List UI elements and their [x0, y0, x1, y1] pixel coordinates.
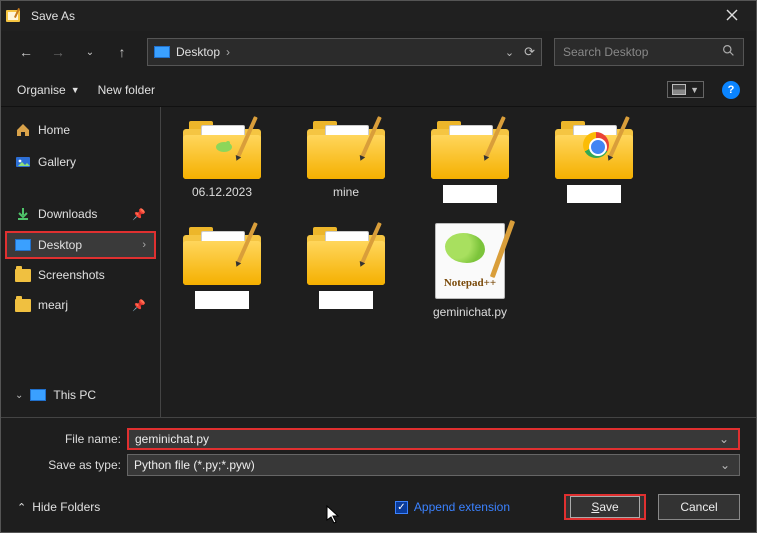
new-folder-button[interactable]: New folder [98, 83, 155, 97]
folder-icon [183, 223, 261, 285]
folder-icon [307, 223, 385, 285]
folder-icon [183, 117, 261, 179]
home-icon [15, 122, 31, 138]
organise-menu[interactable]: Organise ▼ [17, 83, 80, 97]
back-button[interactable]: ← [13, 39, 39, 65]
refresh-button[interactable]: ⟳ [524, 44, 535, 60]
search-icon [722, 44, 735, 60]
item-label [319, 291, 373, 309]
append-extension-checkbox[interactable]: ✓ Append extension [395, 500, 510, 514]
folder-icon [555, 117, 633, 179]
sidebar-item-screenshots[interactable]: Screenshots [5, 261, 156, 289]
hide-folders-toggle[interactable]: ⌃ Hide Folders [17, 500, 100, 514]
folder-icon [431, 117, 509, 179]
search-input[interactable]: Search Desktop [554, 38, 744, 66]
dialog-body: Home Gallery Downloads 📌 Desktop › Scree… [1, 107, 756, 417]
folder-item[interactable] [423, 117, 517, 203]
forward-button[interactable]: → [45, 39, 71, 65]
sidebar-item-desktop[interactable]: Desktop › [5, 231, 156, 259]
title-bar: Save As [1, 1, 756, 31]
up-button[interactable]: ↑ [109, 39, 135, 65]
notepad-plus-plus-icon: Notepad++ [431, 223, 509, 299]
file-list[interactable]: 06.12.2023 mine [161, 107, 756, 417]
desktop-icon [154, 46, 170, 58]
pin-icon: › [142, 239, 146, 251]
checkbox-icon: ✓ [395, 501, 408, 514]
item-label: 06.12.2023 [192, 185, 252, 199]
recent-dropdown[interactable]: ⌄ [77, 39, 103, 65]
sidebar-item-downloads[interactable]: Downloads 📌 [5, 199, 156, 229]
folder-item[interactable] [547, 117, 641, 203]
filetype-select[interactable]: Python file (*.py;*.pyw) ⌄ [127, 454, 740, 476]
folder-item[interactable] [175, 223, 269, 319]
chevron-down-icon[interactable]: ⌄ [717, 458, 733, 472]
filetype-label: Save as type: [17, 458, 121, 472]
address-dropdown[interactable]: ⌄ [505, 46, 514, 59]
gallery-icon [15, 154, 31, 170]
sidebar-item-mearj[interactable]: mearj 📌 [5, 291, 156, 319]
save-as-dialog: Save As ← → ⌄ ↑ Desktop › ⌄ ⟳ Search Des… [0, 0, 757, 533]
close-button[interactable] [712, 8, 752, 24]
chevron-down-icon: ▼ [71, 85, 80, 95]
filename-input[interactable]: geminichat.py ⌄ [127, 428, 740, 450]
item-label: geminichat.py [433, 305, 507, 319]
sidebar-item-thispc[interactable]: ⌄ This PC [5, 381, 156, 409]
filename-label: File name: [17, 432, 121, 446]
view-icon [672, 84, 686, 95]
sidebar-item-gallery[interactable]: Gallery [5, 147, 156, 177]
chevron-down-icon[interactable]: ⌄ [15, 390, 23, 401]
cancel-button[interactable]: Cancel [658, 494, 740, 520]
item-label [567, 185, 621, 203]
pin-icon: 📌 [132, 208, 146, 221]
window-title: Save As [29, 9, 712, 23]
search-placeholder: Search Desktop [563, 45, 722, 59]
pc-icon [30, 389, 46, 401]
chevron-down-icon: ▼ [690, 85, 699, 95]
view-mode-button[interactable]: ▼ [667, 81, 704, 98]
desktop-icon [15, 239, 31, 251]
item-label: mine [333, 185, 359, 199]
chevron-up-icon: ⌃ [17, 501, 26, 514]
toolbar: Organise ▼ New folder ▼ ? [1, 73, 756, 107]
chevron-down-icon[interactable]: ⌄ [716, 432, 732, 446]
download-icon [15, 206, 31, 222]
save-button[interactable]: Save [564, 494, 646, 520]
folder-item[interactable]: 06.12.2023 [175, 117, 269, 203]
item-label [195, 291, 249, 309]
sidebar-item-home[interactable]: Home [5, 115, 156, 145]
sidebar: Home Gallery Downloads 📌 Desktop › Scree… [1, 107, 161, 417]
help-button[interactable]: ? [722, 81, 740, 99]
folder-icon [15, 299, 31, 312]
address-bar[interactable]: Desktop › ⌄ ⟳ [147, 38, 542, 66]
folder-item[interactable] [299, 223, 393, 319]
folder-item[interactable]: mine [299, 117, 393, 203]
folder-icon [307, 117, 385, 179]
pin-icon: 📌 [132, 299, 146, 312]
nav-row: ← → ⌄ ↑ Desktop › ⌄ ⟳ Search Desktop [1, 31, 756, 73]
chrome-icon [583, 132, 609, 158]
file-item[interactable]: Notepad++ geminichat.py [423, 223, 517, 319]
bottom-form: File name: geminichat.py ⌄ Save as type:… [1, 417, 756, 484]
breadcrumb-desktop[interactable]: Desktop [176, 45, 220, 59]
footer: ⌃ Hide Folders ✓ Append extension Save C… [1, 484, 756, 532]
app-icon [5, 8, 21, 24]
item-label [443, 185, 497, 203]
chevron-right-icon[interactable]: › [226, 45, 230, 59]
folder-icon [15, 269, 31, 282]
